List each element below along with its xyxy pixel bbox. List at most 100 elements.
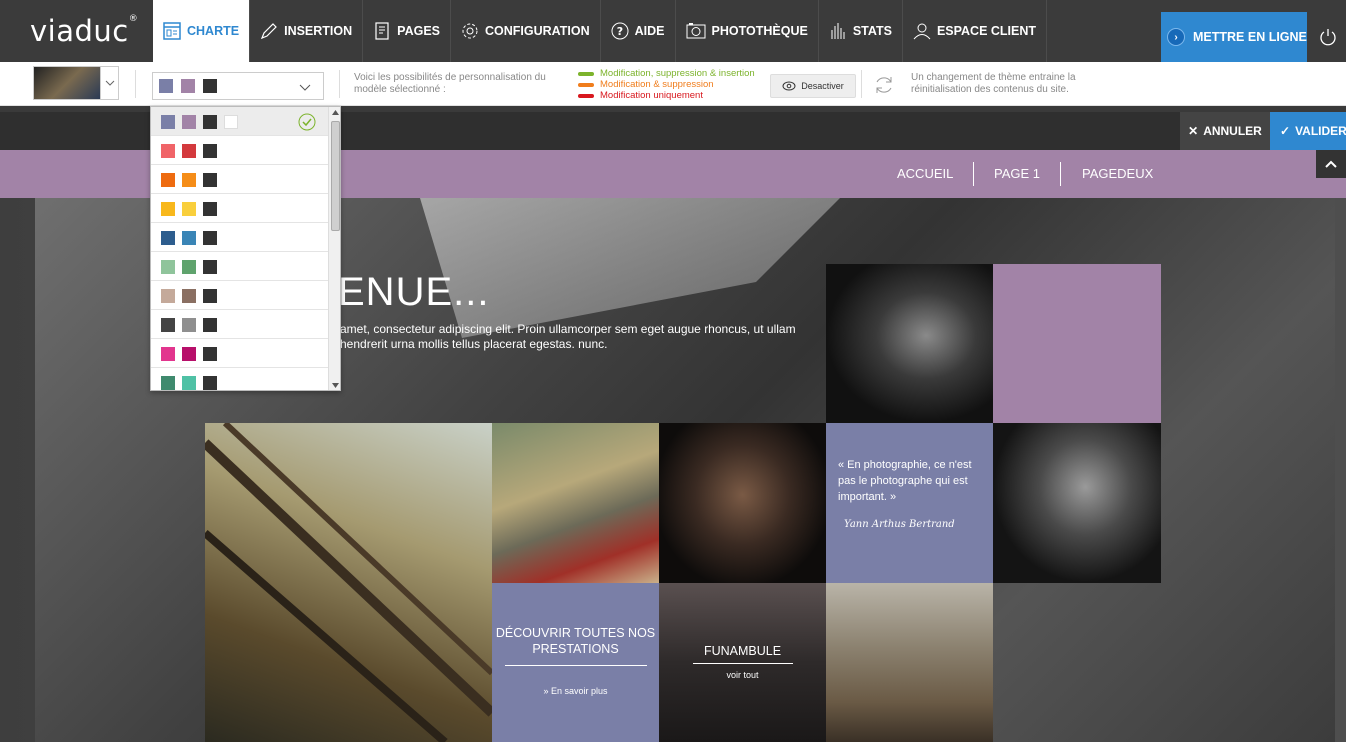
- palette-swatch: [203, 202, 217, 216]
- top-navbar: viaduc® CHARTE INSERTION PAGES CONFIGURA…: [0, 0, 1346, 62]
- tab-aide[interactable]: ? AIDE: [601, 0, 676, 62]
- divider: [861, 70, 862, 98]
- cta-link[interactable]: » En savoir plus: [492, 686, 659, 696]
- palette-swatch: [159, 79, 173, 93]
- hero-text: amet, consectetur adipiscing elit. Proin…: [340, 322, 796, 351]
- photo-woman-hat[interactable]: [492, 423, 659, 583]
- palette-option[interactable]: [151, 107, 328, 136]
- check-circle-icon: [298, 113, 316, 131]
- tile-funambule[interactable]: FUNAMBULE voir tout: [659, 583, 826, 742]
- camera-icon: [686, 23, 705, 39]
- help-icon: ?: [611, 22, 629, 40]
- chevron-down-icon: [105, 80, 114, 86]
- palette-swatch: [182, 318, 196, 332]
- power-button[interactable]: [1310, 12, 1346, 62]
- site-menu-pagedeux[interactable]: PAGEDEUX: [1082, 166, 1153, 181]
- palette-option[interactable]: [151, 194, 328, 223]
- tile-link[interactable]: voir tout: [659, 670, 826, 680]
- chevron-up-icon: [1325, 160, 1337, 168]
- palette-swatch: [224, 115, 238, 129]
- palette-swatch: [161, 318, 175, 332]
- layout-icon: [163, 22, 181, 40]
- user-icon: [913, 23, 931, 40]
- palette-swatch: [161, 260, 175, 274]
- accent-block: [993, 264, 1161, 423]
- palette-swatch: [182, 260, 196, 274]
- palette-option[interactable]: [151, 339, 328, 368]
- legend-bar: [578, 82, 594, 87]
- tab-charte[interactable]: CHARTE: [153, 0, 251, 62]
- cancel-button[interactable]: ✕ ANNULER: [1180, 112, 1270, 150]
- photo-woman-stare[interactable]: [993, 423, 1161, 583]
- cta-title: DÉCOUVRIR TOUTES NOS PRESTATIONS: [495, 626, 656, 656]
- customization-info: Voici les possibilités de personnalisati…: [354, 72, 546, 95]
- gear-icon: [462, 23, 478, 39]
- palette-option[interactable]: [151, 136, 328, 165]
- legend-bar: [578, 71, 594, 76]
- site-menu-page1[interactable]: PAGE 1: [994, 166, 1040, 181]
- palette-swatch: [161, 289, 175, 303]
- tab-espace-client[interactable]: ESPACE CLIENT: [903, 0, 1048, 62]
- tile-title: FUNAMBULE: [703, 644, 782, 658]
- palette-option[interactable]: [151, 310, 328, 339]
- divider: [692, 663, 793, 664]
- palette-swatch: [203, 260, 217, 274]
- photo-woman-portrait[interactable]: [826, 264, 993, 423]
- close-icon: ✕: [1188, 124, 1199, 138]
- refresh-icon: [876, 77, 892, 93]
- photo-man-portrait[interactable]: [659, 423, 826, 583]
- palette-option[interactable]: [151, 368, 328, 390]
- palette-option[interactable]: [151, 165, 328, 194]
- tab-stats[interactable]: STATS: [819, 0, 903, 62]
- palette-swatch: [161, 376, 175, 390]
- theme-toolbar: Voici les possibilités de personnalisati…: [0, 62, 1346, 106]
- palette-swatch: [182, 231, 196, 245]
- palette-option[interactable]: [151, 223, 328, 252]
- scrollbar-thumb[interactable]: [331, 121, 340, 231]
- divider: [973, 162, 974, 186]
- palette-swatch: [203, 289, 217, 303]
- template-dropdown-toggle[interactable]: [101, 66, 119, 100]
- divider: [1060, 162, 1061, 186]
- tab-insertion[interactable]: INSERTION: [250, 0, 364, 62]
- palette-option[interactable]: [151, 252, 328, 281]
- cta-prestations[interactable]: DÉCOUVRIR TOUTES NOS PRESTATIONS » En sa…: [492, 583, 659, 742]
- dropdown-scrollbar[interactable]: [328, 107, 340, 390]
- palette-swatch: [182, 347, 196, 361]
- divider: [135, 70, 136, 98]
- palette-swatch: [181, 79, 195, 93]
- collapse-button[interactable]: [1316, 150, 1346, 178]
- palette-swatch: [203, 115, 217, 129]
- deactivate-button[interactable]: Desactiver: [770, 74, 856, 98]
- validate-button[interactable]: ✓ VALIDER: [1270, 112, 1346, 150]
- pencil-icon: [261, 23, 277, 40]
- palette-swatch: [203, 231, 217, 245]
- viaduc-logo[interactable]: viaduc®: [30, 14, 138, 48]
- photo-bridge[interactable]: [205, 423, 492, 742]
- quote-block: « En photographie, ce n'est pas le photo…: [826, 423, 993, 583]
- svg-text:?: ?: [616, 25, 622, 38]
- tab-pages[interactable]: PAGES: [363, 0, 451, 62]
- palette-option[interactable]: [151, 281, 328, 310]
- palette-swatch: [203, 376, 217, 390]
- legend-bar: [578, 93, 594, 98]
- palette-swatch: [182, 202, 196, 216]
- palette-swatch: [182, 376, 196, 390]
- tab-phototheque[interactable]: PHOTOTHÈQUE: [676, 0, 819, 62]
- palette-swatch: [161, 202, 175, 216]
- hero-title: ENUE...: [338, 270, 490, 314]
- divider: [339, 70, 340, 98]
- template-thumbnail[interactable]: [33, 66, 101, 100]
- tab-configuration[interactable]: CONFIGURATION: [451, 0, 601, 62]
- stats-icon: [831, 23, 845, 39]
- palette-select[interactable]: [152, 72, 324, 100]
- legend-item: Modification uniquement: [578, 90, 755, 101]
- legend-item: Modification & suppression: [578, 79, 755, 90]
- chevron-right-icon: ›: [1167, 28, 1185, 46]
- site-menu-accueil[interactable]: ACCUEIL: [897, 166, 953, 181]
- photo-dancer-rooftop[interactable]: [826, 583, 993, 742]
- permission-legend: Modification, suppression & insertion Mo…: [578, 68, 755, 101]
- palette-swatch: [161, 231, 175, 245]
- palette-swatch: [182, 289, 196, 303]
- publish-button[interactable]: › METTRE EN LIGNE: [1161, 12, 1307, 62]
